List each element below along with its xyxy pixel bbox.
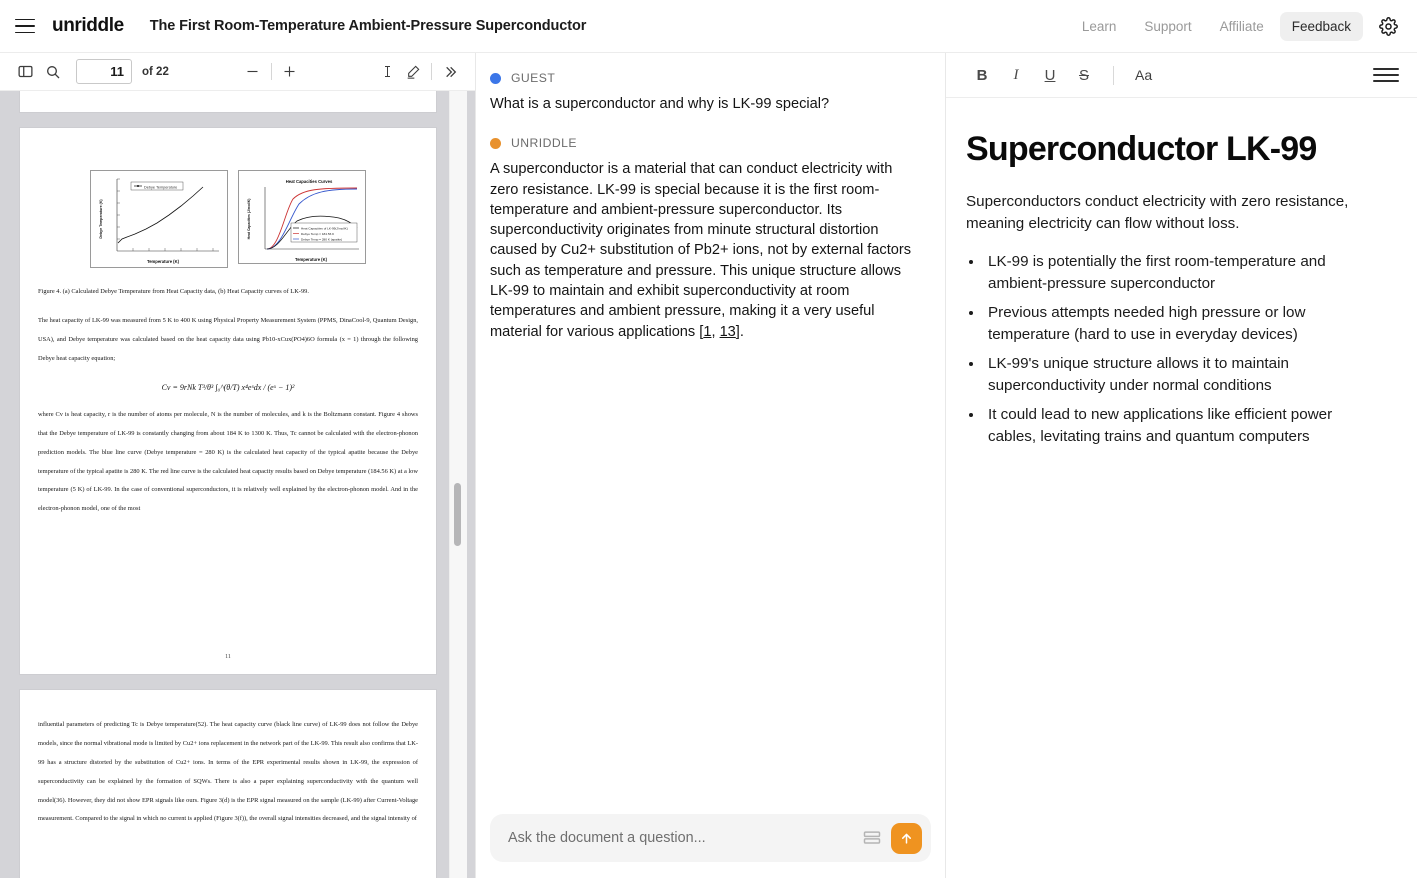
notes-title: Superconductor LK-99 [966,130,1381,169]
menu-line [1373,80,1399,82]
hamburger-line [15,32,35,34]
pdf-toolbar: of 22 [0,53,475,91]
list-item: LK-99 is potentially the first room-temp… [984,251,1381,295]
top-nav: Learn Support Affiliate Feedback [1070,11,1403,41]
notes-toolbar: B I U S Aa [946,53,1417,98]
pdf-scrollbar-thumb[interactable] [454,483,461,546]
chat-composer[interactable] [490,814,931,862]
nav-feedback[interactable]: Feedback [1280,12,1363,41]
toolbar-divider [1113,66,1114,85]
notes-bullet-list: LK-99 is potentially the first room-temp… [966,251,1381,448]
list-item: It could lead to new applications like e… [984,404,1381,448]
svg-text:Debye Temp = 184.56 K: Debye Temp = 184.56 K [301,232,335,236]
chat-messages: GUEST What is a superconductor and why i… [476,53,945,802]
message-text-part-2: ]. [736,324,744,340]
search-icon[interactable] [40,59,66,85]
citation-link-13[interactable]: 13 [720,324,736,340]
underline-button[interactable]: U [1036,61,1064,89]
card-stack-icon[interactable] [857,823,887,853]
menu-line [1373,74,1399,76]
top-bar: unriddle The First Room-Temperature Ambi… [0,0,1417,53]
chat-input[interactable] [508,830,857,846]
italic-button[interactable]: I [1002,61,1030,89]
pdf-page-11: Debye Temperature Temperature (K) Debye … [20,128,436,674]
figure-4b-heat-capacity-chart: Heat Capacities Curves Heat Capacities o… [238,170,366,264]
gear-icon[interactable] [1373,11,1403,41]
svg-text:Temperature (K): Temperature (K) [295,257,328,262]
pdf-scroll-area[interactable]: Debye Temperature Temperature (K) Debye … [0,91,475,878]
message-role-label: UNRIDDLE [511,136,577,150]
chat-composer-wrapper [476,802,945,878]
zoom-in-button[interactable] [277,59,303,85]
main-body: of 22 [0,53,1417,878]
chevron-double-right-icon[interactable] [437,59,463,85]
notes-editor[interactable]: Superconductor LK-99 Superconductors con… [946,98,1417,878]
pdf-equation: Cv = 9rNk T³/θ³ ∫₀^(θ/T) x⁴eˣdx / (eˣ − … [32,383,424,392]
toolbar-divider [431,63,432,80]
menu-line [1373,68,1399,70]
send-button[interactable] [891,823,922,854]
svg-text:Debye Temperature: Debye Temperature [144,185,177,189]
svg-text:Temperature (K): Temperature (K) [147,259,180,264]
chat-message-guest: GUEST What is a superconductor and why i… [490,71,919,114]
page-number-input[interactable] [76,59,132,84]
app-root: unriddle The First Room-Temperature Ambi… [0,0,1417,878]
list-item: Previous attempts needed high pressure o… [984,302,1381,346]
pdf-page-number: 11 [20,654,436,660]
figure-4: Debye Temperature Temperature (K) Debye … [32,128,424,268]
hamburger-line [15,25,35,27]
list-item: LK-99's unique structure allows it to ma… [984,353,1381,397]
brand-logo[interactable]: unriddle [52,15,124,37]
unriddle-avatar-dot [490,138,501,149]
chat-panel: GUEST What is a superconductor and why i… [476,53,946,878]
svg-text:Heat Capacities Curves: Heat Capacities Curves [286,179,333,184]
pdf-scrollbar-track[interactable] [449,91,467,878]
bold-button[interactable]: B [968,61,996,89]
notes-panel: B I U S Aa Superconductor LK-99 Supercon… [946,53,1417,878]
guest-avatar-dot [490,73,501,84]
svg-text:Debye Temp = 280 K (apatite): Debye Temp = 280 K (apatite) [301,237,342,241]
zoom-out-button[interactable] [240,59,266,85]
font-size-button[interactable]: Aa [1129,67,1158,83]
hamburger-line [15,19,35,21]
pdf-paragraph-1: The heat capacity of LK-99 was measured … [32,312,424,369]
pdf-tools [374,59,463,85]
chat-message-unriddle: UNRIDDLE A superconductor is a material … [490,136,919,342]
page-count-label: of 22 [142,66,169,78]
pdf-pages: Debye Temperature Temperature (K) Debye … [0,91,475,878]
highlighter-pen-icon[interactable] [400,59,426,85]
panel-toggle-icon[interactable] [12,59,38,85]
message-text: What is a superconductor and why is LK-9… [490,94,919,114]
nav-affiliate[interactable]: Affiliate [1208,12,1276,41]
hamburger-icon[interactable] [12,13,38,39]
citation-separator: , [711,324,719,340]
message-header: UNRIDDLE [490,136,919,150]
page-title: The First Room-Temperature Ambient-Press… [150,18,587,34]
nav-learn[interactable]: Learn [1070,12,1129,41]
pdf-next-page-paragraph: influential parameters of predicting Tc … [32,716,424,829]
figure-caption: Figure 4. (a) Calculated Debye Temperatu… [32,268,424,298]
strikethrough-button[interactable]: S [1070,61,1098,89]
nav-support[interactable]: Support [1132,12,1203,41]
message-role-label: GUEST [511,71,555,85]
svg-text:Heat Capacities (J/mol/K): Heat Capacities (J/mol/K) [247,199,251,240]
notes-paragraph: Superconductors conduct electricity with… [966,191,1381,235]
figure-4a-debye-temperature-chart: Debye Temperature Temperature (K) Debye … [90,170,228,268]
message-text: A superconductor is a material that can … [490,159,919,342]
zoom-controls [240,59,303,85]
message-header: GUEST [490,71,919,85]
pdf-viewer-panel: of 22 [0,53,476,878]
pdf-page-12: influential parameters of predicting Tc … [20,690,436,878]
pdf-page-previous [20,91,436,112]
svg-text:Debye Temperature (K): Debye Temperature (K) [99,199,103,239]
toolbar-divider [271,63,272,80]
text-cursor-icon[interactable] [374,59,400,85]
list-menu-icon[interactable] [1373,62,1399,88]
pdf-paragraph-2: where Cv is heat capacity, r is the numb… [32,406,424,519]
message-text-part-1: A superconductor is a material that can … [490,161,911,339]
svg-text:Heat Capacities of LK-99(J/mol: Heat Capacities of LK-99(J/mol/K) [301,226,348,230]
